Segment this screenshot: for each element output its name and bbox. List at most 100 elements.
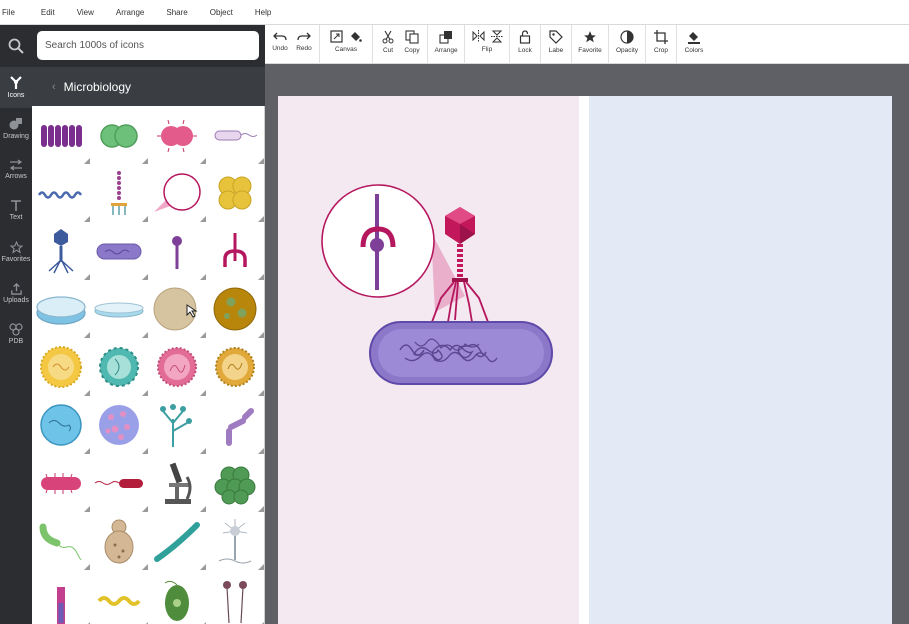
icon-tile-yellow-spirillum[interactable] bbox=[90, 570, 148, 624]
teal-fungus-icon bbox=[160, 404, 192, 447]
undo-button[interactable]: Undo bbox=[269, 25, 291, 64]
rail-search-button[interactable] bbox=[0, 25, 32, 67]
cut-button[interactable]: Cut bbox=[377, 25, 399, 64]
icon-tile-lavender-chain[interactable] bbox=[206, 396, 264, 454]
icon-search-input[interactable] bbox=[37, 31, 259, 60]
label-button[interactable]: Labe bbox=[545, 25, 567, 64]
back-chevron-icon[interactable]: ‹ bbox=[52, 81, 56, 93]
opacity-group: Opacity bbox=[609, 25, 646, 64]
canvas-workspace[interactable] bbox=[265, 64, 909, 624]
canvas-button[interactable]: Canvas bbox=[324, 25, 368, 64]
yellow-spirillum-icon bbox=[97, 596, 141, 606]
icon-tile-green-protist[interactable] bbox=[148, 570, 206, 624]
beige-colony-icon bbox=[153, 287, 198, 331]
favorite-label: Favorite bbox=[578, 47, 602, 54]
arrange-button[interactable]: Arrange bbox=[432, 25, 460, 64]
icon-tile-pink-rod[interactable] bbox=[32, 454, 90, 512]
favorite-group: Favorite bbox=[572, 25, 609, 64]
aspergillus-icon bbox=[218, 519, 252, 564]
category-header: ‹ Microbiology bbox=[32, 67, 265, 106]
icon-tile-beige-colony[interactable] bbox=[148, 280, 206, 338]
icon-tile-purple-rods[interactable] bbox=[32, 106, 90, 164]
rail-item-label: PDB bbox=[8, 337, 24, 345]
icon-tile-blue-cell[interactable] bbox=[32, 396, 90, 454]
icon-tile-test-tube[interactable] bbox=[32, 570, 90, 624]
left-rail: Icons Drawing Arrows Text Favorites Uplo… bbox=[0, 25, 32, 624]
icon-tile-flagellated-red-rod[interactable] bbox=[90, 454, 148, 512]
icon-tile-flat-dish[interactable] bbox=[90, 280, 148, 338]
icon-tile-golden-colony[interactable] bbox=[206, 280, 264, 338]
icon-tile-teal-virus[interactable] bbox=[90, 338, 148, 396]
search-icon bbox=[8, 38, 24, 54]
menu-edit[interactable]: Edit bbox=[41, 8, 55, 17]
flip-button[interactable]: Flip bbox=[469, 25, 505, 64]
rail-item-favorites[interactable]: Favorites bbox=[0, 231, 32, 272]
favorite-button[interactable]: Favorite bbox=[576, 25, 604, 64]
bacterium-illustration[interactable] bbox=[369, 321, 553, 385]
icon-tile-teal-fungus[interactable] bbox=[148, 396, 206, 454]
redo-button[interactable]: Redo bbox=[293, 25, 315, 64]
rail-item-drawing[interactable]: Drawing bbox=[0, 108, 32, 149]
zoom-circle[interactable] bbox=[321, 184, 435, 298]
opacity-label: Opacity bbox=[615, 47, 639, 54]
pink-rod-icon bbox=[41, 473, 81, 494]
menu-arrange[interactable]: Arrange bbox=[116, 8, 144, 17]
lock-group: Lock bbox=[510, 25, 541, 64]
icon-tile-purple-speckled[interactable] bbox=[90, 396, 148, 454]
spirochete-icon bbox=[37, 191, 83, 199]
menu-view[interactable]: View bbox=[77, 8, 94, 17]
menu-share[interactable]: Share bbox=[166, 8, 187, 17]
icon-tile-green-diplococcus[interactable] bbox=[90, 106, 148, 164]
rail-item-arrows[interactable]: Arrows bbox=[0, 149, 32, 190]
star-icon bbox=[9, 240, 23, 254]
icons-icon bbox=[10, 76, 22, 89]
icon-tile-yellow-tetrad[interactable] bbox=[206, 164, 264, 222]
icon-tile-pink-virus[interactable] bbox=[148, 338, 206, 396]
icon-tile-gold-virus[interactable] bbox=[206, 338, 264, 396]
icon-tile-yeast-bud[interactable] bbox=[90, 512, 148, 570]
opacity-button[interactable]: Opacity bbox=[613, 25, 641, 64]
label-label: Labe bbox=[548, 47, 564, 54]
copy-button[interactable]: Copy bbox=[401, 25, 423, 64]
text-icon bbox=[11, 200, 21, 211]
icon-tile-bead-chain[interactable] bbox=[90, 164, 148, 222]
receptor-pin-icon bbox=[172, 236, 182, 269]
crop-label: Crop bbox=[653, 47, 669, 54]
icon-tile-spirochete[interactable] bbox=[32, 164, 90, 222]
icon-tile-receptor-y[interactable] bbox=[206, 222, 264, 280]
flagellated-red-rod-icon bbox=[94, 479, 143, 488]
icon-tile-zoom-circle[interactable] bbox=[148, 164, 206, 222]
icon-tile-sporangia[interactable] bbox=[206, 570, 264, 624]
icon-tile-green-cluster[interactable] bbox=[206, 454, 264, 512]
icon-tile-receptor-pin[interactable] bbox=[148, 222, 206, 280]
label-group: Labe bbox=[541, 25, 572, 64]
menu-help[interactable]: Help bbox=[255, 8, 271, 17]
icon-tile-bacteriophage[interactable] bbox=[32, 222, 90, 280]
rail-item-icons[interactable]: Icons bbox=[0, 67, 32, 108]
crop-button[interactable]: Crop bbox=[650, 25, 672, 64]
rail-item-pdb[interactable]: PDB bbox=[0, 313, 32, 354]
menu-file[interactable]: File bbox=[2, 8, 15, 17]
icon-tile-yellow-virus[interactable] bbox=[32, 338, 90, 396]
icon-tile-teal-streptococcus[interactable] bbox=[148, 512, 206, 570]
rail-item-text[interactable]: Text bbox=[0, 190, 32, 231]
lock-button[interactable]: Lock bbox=[514, 25, 536, 64]
icon-tile-petri-dish[interactable] bbox=[32, 280, 90, 338]
bacteriophage-icon bbox=[48, 229, 74, 274]
purple-speckled-icon bbox=[99, 405, 139, 445]
pink-cocci-icon bbox=[157, 119, 197, 153]
icon-tile-green-vibrio[interactable] bbox=[32, 512, 90, 570]
icon-tile-purple-bacillus[interactable] bbox=[90, 222, 148, 280]
copy-label: Copy bbox=[404, 47, 420, 54]
rail-item-uploads[interactable]: Uploads bbox=[0, 272, 32, 313]
menu-object[interactable]: Object bbox=[210, 8, 233, 17]
icon-tile-microscope[interactable] bbox=[148, 454, 206, 512]
icon-tile-aspergillus[interactable] bbox=[206, 512, 264, 570]
icon-tile-pink-cocci[interactable] bbox=[148, 106, 206, 164]
lavender-chain-icon bbox=[226, 408, 254, 446]
cut-label: Cut bbox=[382, 47, 394, 54]
icon-tile-flagellated-rod[interactable] bbox=[206, 106, 264, 164]
flagellated-rod-icon bbox=[214, 130, 258, 141]
rail-item-label: Uploads bbox=[3, 296, 29, 304]
colors-button[interactable]: Colors bbox=[681, 25, 707, 64]
